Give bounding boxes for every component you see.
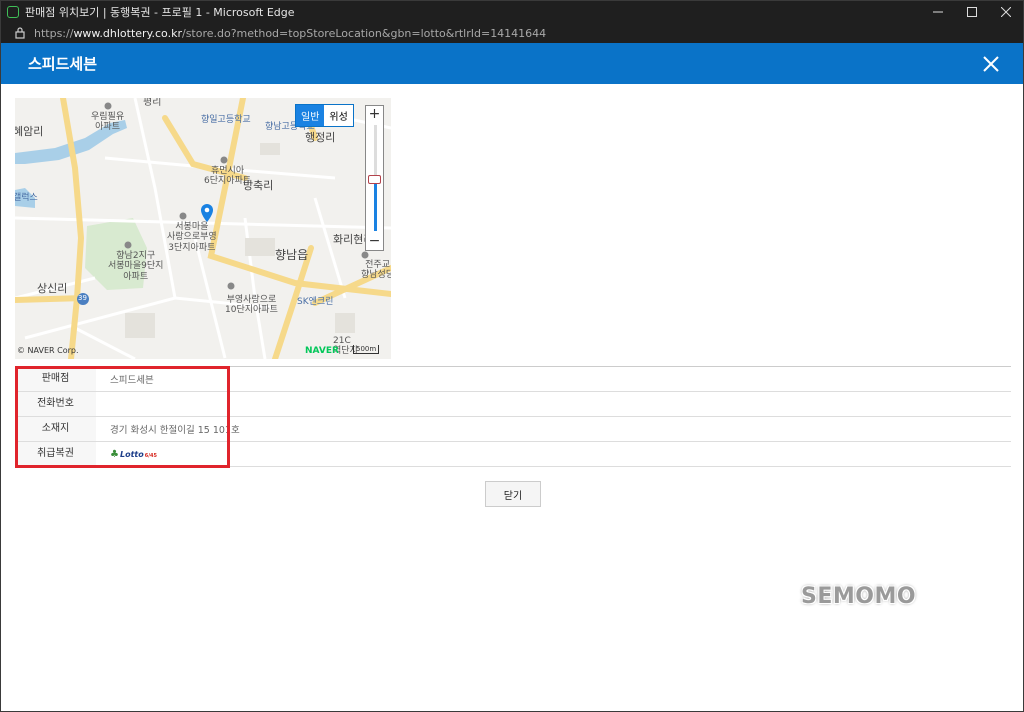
map-label-jeonjugyo: 전주교 향남성당: [361, 260, 391, 281]
map-type-toggle: 일반 위성: [295, 104, 354, 127]
close-icon: [1001, 7, 1011, 17]
row-header-store: 판매점: [15, 367, 96, 391]
lottery-types-value: ♣ Lotto 6/45: [96, 449, 157, 460]
store-location-pin-icon[interactable]: [201, 204, 213, 222]
close-icon: [983, 55, 999, 72]
row-header-phone: 전화번호: [15, 392, 96, 416]
map-label-haengjeongri: 행정리: [305, 131, 336, 144]
url-prefix: https://: [34, 26, 74, 40]
map-copyright: © NAVER Corp.: [17, 346, 79, 355]
map-type-normal-button[interactable]: 일반: [296, 105, 325, 126]
url-path: /store.do?method=topStoreLocation&gbn=lo…: [181, 26, 547, 40]
table-row: 판매점 스피드세븐: [15, 367, 1011, 392]
zoom-out-button[interactable]: −: [366, 233, 383, 250]
map-label-hyangil-school: 향일고등학교: [201, 115, 251, 125]
map-scale: 500m: [353, 345, 380, 354]
map-label-sanginri: 상신리: [37, 282, 68, 295]
map-label-galleria: 갤럭스: [15, 193, 38, 203]
map-label-seobong: 서봉마을 사랑으로부영 3단지아파트: [167, 222, 217, 253]
map-label-sk: SK엔크린: [297, 297, 334, 307]
popup-header: 스피드세븐: [1, 43, 1023, 84]
map-label-bangchukri: 방축리: [243, 179, 274, 192]
minimize-icon: [933, 11, 943, 13]
table-row: 취급복권 ♣ Lotto 6/45: [15, 442, 1011, 467]
map-label-hyangnam2: 향남2지구 서봉마을9단지 아파트: [108, 251, 164, 282]
zoom-level-fill: [374, 181, 377, 231]
row-header-lottery-types: 취급복권: [15, 442, 96, 466]
naver-logo: NAVER: [305, 346, 339, 356]
store-name-value: 스피드세븐: [110, 375, 154, 386]
lock-icon: [13, 27, 27, 39]
store-info-table: 판매점 스피드세븐 전화번호 소재지 경기 화성시 한절이길 15 101호 취…: [15, 366, 1011, 467]
maximize-button[interactable]: [955, 1, 989, 23]
store-map[interactable]: 평리 우림필유 아파트 향일고등학교 향남고등학교 행정리 혜암리 휴먼시아 6…: [15, 98, 391, 359]
browser-window: 판매점 위치보기 | 동행복권 - 프로필 1 - Microsoft Edge…: [0, 0, 1024, 712]
map-type-satellite-button[interactable]: 위성: [324, 105, 352, 126]
map-label-nyeamri: 혜암리: [15, 125, 44, 138]
zoom-control: + −: [365, 105, 384, 251]
minimize-button[interactable]: [921, 1, 955, 23]
clover-icon: ♣: [110, 448, 119, 460]
maximize-icon: [967, 7, 977, 17]
map-route-label: 39: [78, 294, 87, 302]
zoom-in-button[interactable]: +: [366, 106, 383, 123]
url-host: www.dhlottery.co.kr: [73, 26, 182, 40]
map-label-pyeongri: 평리: [143, 98, 162, 108]
close-window-button[interactable]: [989, 1, 1023, 23]
map-label-buyoung10: 부영사랑으로 10단지아파트: [225, 295, 278, 316]
zoom-slider-handle[interactable]: [368, 175, 381, 184]
table-row: 소재지 경기 화성시 한절이길 15 101호: [15, 417, 1011, 442]
map-label-hyangnameup: 향남읍: [275, 248, 309, 262]
address-bar[interactable]: https:// www.dhlottery.co.kr /store.do?m…: [1, 23, 1023, 43]
close-button[interactable]: 닫기: [485, 481, 541, 507]
row-header-address: 소재지: [15, 417, 96, 441]
page-title: 스피드세븐: [28, 55, 98, 73]
title-bar: 판매점 위치보기 | 동행복권 - 프로필 1 - Microsoft Edge: [1, 1, 1023, 23]
edge-page-icon: [7, 6, 19, 18]
table-row: 전화번호: [15, 392, 1011, 417]
window-title: 판매점 위치보기 | 동행복권 - 프로필 1 - Microsoft Edge: [25, 6, 295, 19]
address-value: 경기 화성시 한절이길 15 101호: [110, 425, 240, 436]
lotto645-logo: ♣ Lotto 6/45: [110, 448, 157, 460]
map-label-woorim: 우림필유 아파트: [91, 112, 125, 133]
watermark: SEMOMO: [801, 584, 917, 609]
header-close-button[interactable]: [971, 44, 1011, 84]
